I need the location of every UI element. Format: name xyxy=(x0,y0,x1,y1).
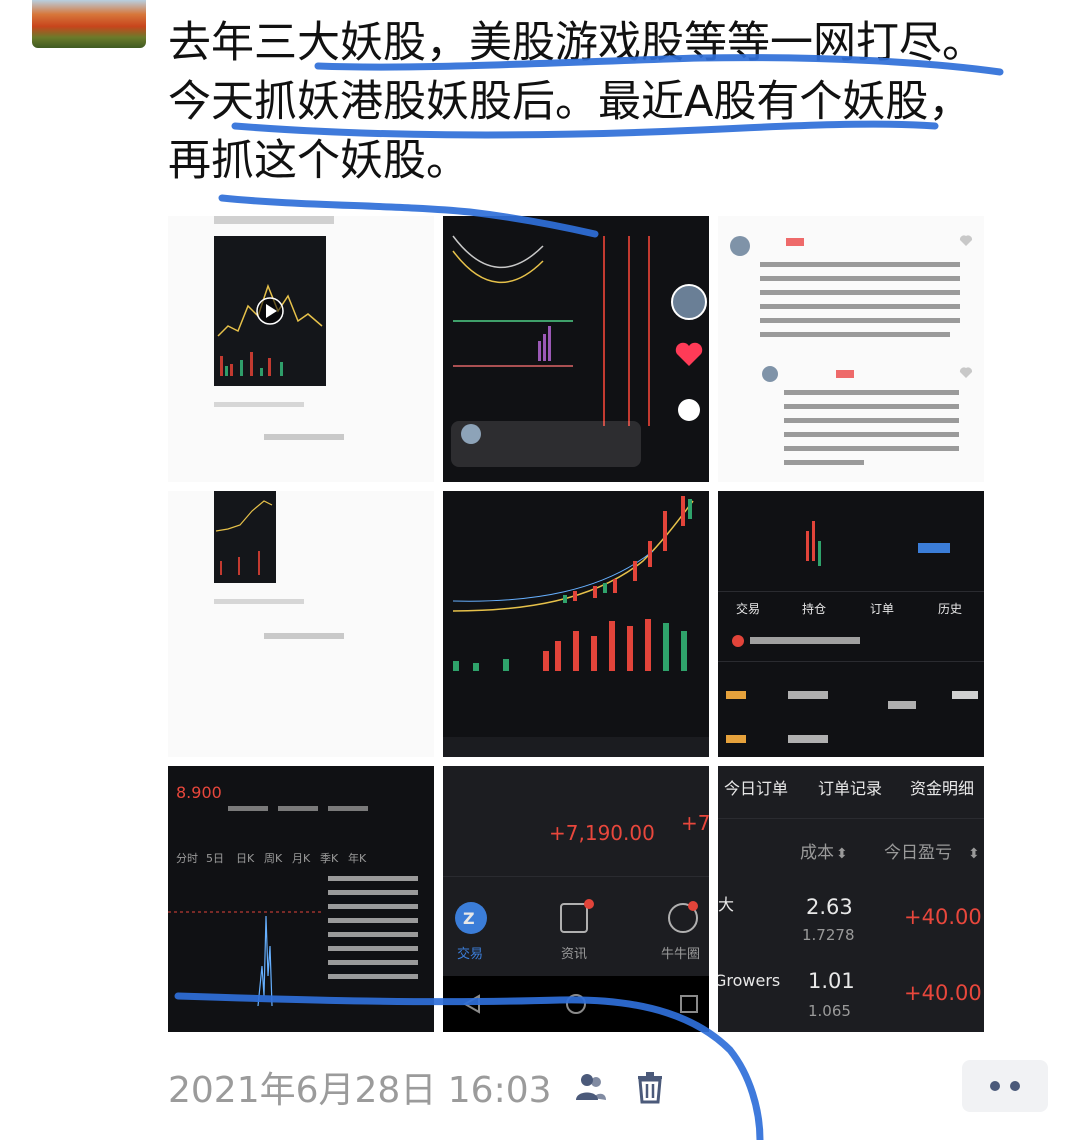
thumb-6-tab-orders: 订单 xyxy=(870,602,894,616)
svg-text:⬍: ⬍ xyxy=(836,846,848,862)
thumb-9-row-1-name: 大 xyxy=(718,895,734,914)
thumb-8-nav-circle: 牛牛圈 xyxy=(661,947,700,962)
more-options-button[interactable] xyxy=(962,1060,1048,1112)
more-dot-icon xyxy=(990,1081,1000,1091)
thumb-7-graphic: 8.900 分时 5日 日K 周K 月K 季K 年K xyxy=(168,783,418,1007)
thumb-6-tab-trade: 交易 xyxy=(736,601,760,616)
more-dot-icon xyxy=(1010,1081,1020,1091)
post-meta: 2021年6月28日 16:03 xyxy=(168,1062,672,1112)
thumb-9-tab-funds: 资金明细 xyxy=(910,779,974,798)
image-thumb-7[interactable]: 8.900 分时 5日 日K 周K 月K 季K 年K xyxy=(168,766,434,1032)
thumb-1-graphic xyxy=(214,216,344,440)
thumb-3-graphic xyxy=(730,235,973,465)
thumb-7-tab-4: 月K xyxy=(292,852,311,865)
avatar[interactable] xyxy=(32,0,146,48)
svg-text:⬍: ⬍ xyxy=(968,846,980,862)
thumb-2-graphic xyxy=(451,235,707,467)
image-thumb-1[interactable] xyxy=(168,216,434,482)
visibility-friends-icon[interactable] xyxy=(568,1065,612,1109)
thumb-9-row-2-cost: 1.01 xyxy=(808,969,855,993)
thumb-6-tab-position: 持仓 xyxy=(802,601,826,616)
thumb-8-amount: +7,190.00 xyxy=(549,821,655,845)
thumb-9-row-1-cost: 2.63 xyxy=(806,895,853,919)
thumb-8-amount-cut: +7 xyxy=(681,811,709,835)
thumb-8-graphic: +7,190.00 +7 Z 交易 资讯 牛牛圈 xyxy=(443,811,709,1032)
delete-trash-icon[interactable] xyxy=(628,1065,672,1109)
thumb-9-graphic: 今日订单 订单记录 资金明细 成本 ⬍ 今日盈亏 ⬍ 大 2.63 1.7278… xyxy=(718,779,984,1020)
thumb-7-tab-1: 5日 xyxy=(206,852,224,865)
thumb-9-header-cost: 成本 xyxy=(800,843,834,863)
post-line-1: 去年三大妖股，美股游戏股等等一网打尽。 xyxy=(168,18,985,68)
image-thumb-5[interactable] xyxy=(443,491,709,757)
post-text: 去年三大妖股，美股游戏股等等一网打尽。 今天抓妖港股妖股后。最近A股有个妖股， … xyxy=(168,14,1048,191)
image-thumb-6[interactable]: 交易 持仓 订单 历史 xyxy=(718,491,984,757)
thumb-9-row-2-name: Growers xyxy=(718,971,780,990)
svg-text:Z: Z xyxy=(463,909,475,928)
post-line-2: 今天抓妖港股妖股后。最近A股有个妖股， xyxy=(168,77,972,127)
thumb-4-graphic xyxy=(214,491,344,639)
thumb-9-tab-today: 今日订单 xyxy=(724,779,788,798)
thumb-9-row-1-sub: 1.7278 xyxy=(802,926,855,944)
thumb-9-row-1-pnl: +40.00 xyxy=(904,905,982,929)
thumb-9-header-pnl: 今日盈亏 xyxy=(884,843,952,863)
thumb-5-graphic xyxy=(443,496,709,757)
thumb-7-tab-5: 季K xyxy=(320,852,339,865)
image-thumb-9[interactable]: 今日订单 订单记录 资金明细 成本 ⬍ 今日盈亏 ⬍ 大 2.63 1.7278… xyxy=(718,766,984,1032)
thumb-7-tab-0: 分时 xyxy=(176,852,198,865)
thumb-9-tab-records: 订单记录 xyxy=(818,779,882,798)
thumb-7-tab-6: 年K xyxy=(348,851,367,865)
image-grid: 交易 持仓 订单 历史 8.900 分时 5日 日K 周K 月K 季K 年K +… xyxy=(168,216,984,1032)
thumb-8-nav-news: 资讯 xyxy=(561,947,587,962)
image-thumb-4[interactable] xyxy=(168,491,434,757)
image-thumb-3[interactable] xyxy=(718,216,984,482)
post-line-3: 再抓这个妖股。 xyxy=(168,136,469,186)
thumb-9-row-2-sub: 1.065 xyxy=(808,1002,851,1020)
timestamp: 2021年6月28日 16:03 xyxy=(168,1070,552,1111)
thumb-6-tab-history: 历史 xyxy=(938,602,962,616)
thumb-6-graphic: 交易 持仓 订单 历史 xyxy=(718,521,984,743)
image-thumb-2[interactable] xyxy=(443,216,709,482)
thumb-7-tab-3: 周K xyxy=(264,852,283,865)
thumb-7-price: 8.900 xyxy=(176,783,222,802)
image-thumb-8[interactable]: +7,190.00 +7 Z 交易 资讯 牛牛圈 xyxy=(443,766,709,1032)
thumb-7-tab-2: 日K xyxy=(236,852,255,865)
thumb-9-row-2-pnl: +40.00 xyxy=(904,981,982,1005)
thumb-8-nav-trade: 交易 xyxy=(457,946,483,962)
